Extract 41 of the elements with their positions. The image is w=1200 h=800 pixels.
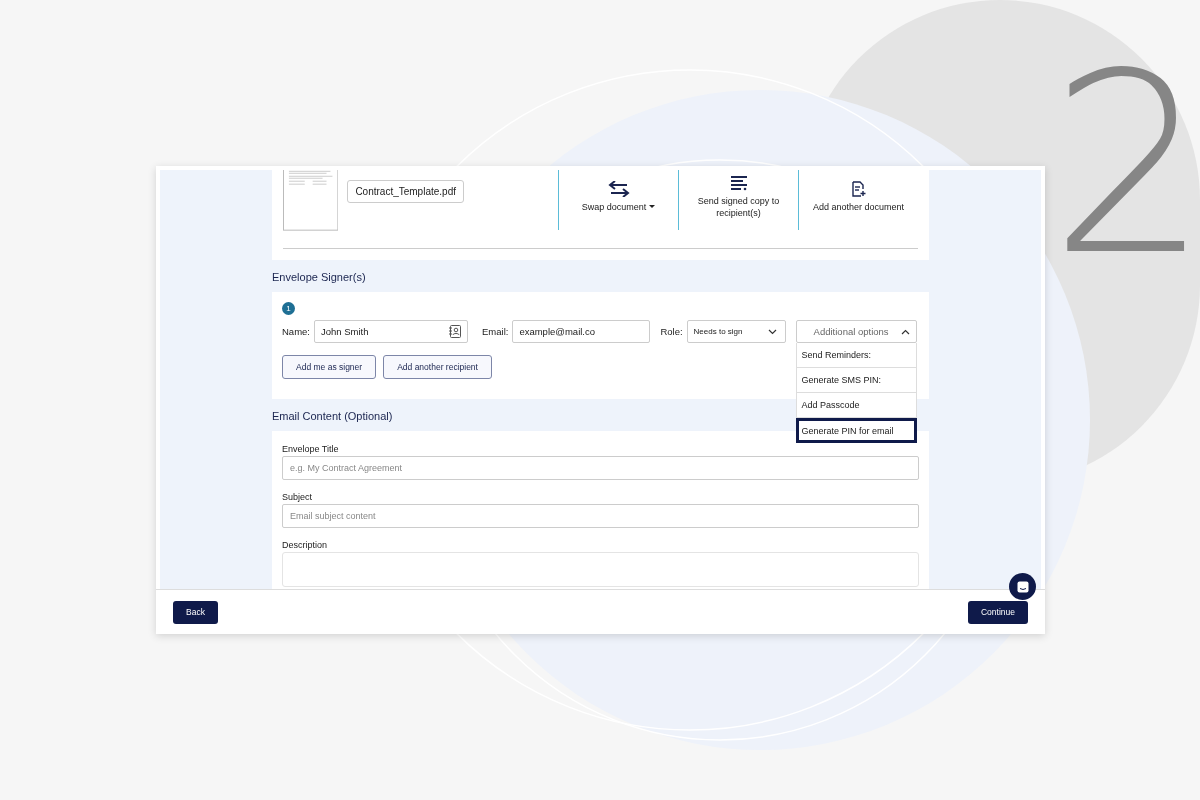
text-lines-icon: [729, 174, 748, 191]
back-button[interactable]: Back: [173, 600, 218, 624]
section-heading: Email Content (Optional): [272, 410, 394, 422]
chat-icon: [1016, 580, 1029, 593]
field-label: Description: [282, 540, 329, 550]
text-field[interactable]: e.g. My Contract Agreement: [282, 456, 919, 480]
step-number: 2: [1050, 40, 1200, 290]
role-select[interactable]: Needs to sign: [686, 320, 786, 343]
email-field[interactable]: example@mail.co: [512, 320, 651, 343]
chat-button[interactable]: [1009, 573, 1036, 601]
contact-book-icon: [448, 325, 461, 338]
field-label: Subject: [282, 492, 314, 502]
field-label: Envelope Title: [282, 444, 340, 454]
action-label: Swap document: [581, 200, 647, 214]
caret-icon: [649, 205, 656, 209]
menu-item[interactable]: Add Passcode: [795, 393, 917, 418]
document-add-icon: [851, 180, 866, 197]
chevron-up-icon: [900, 328, 910, 335]
menu-item[interactable]: Generate PIN for email: [795, 418, 917, 443]
file-name-field[interactable]: Contract_Template.pdf: [347, 180, 464, 203]
section-heading: Envelope Signer(s): [272, 271, 367, 283]
field-label: Role:: [660, 326, 683, 337]
signer-button[interactable]: Add me as signer: [282, 355, 377, 379]
action-label: Send signed copy to recipient(s): [696, 194, 781, 220]
description-field[interactable]: [282, 552, 919, 587]
menu-item[interactable]: Send Reminders:: [795, 343, 917, 368]
field-label: Email:: [482, 326, 509, 337]
signer-number-badge: 1: [282, 302, 295, 315]
continue-button[interactable]: Continue: [967, 600, 1028, 624]
document-action[interactable]: Add another document: [798, 170, 918, 230]
signer-button[interactable]: Add another recipient: [383, 355, 492, 379]
additional-options-dropdown[interactable]: Additional options: [795, 320, 917, 343]
document-action[interactable]: Send signed copy to recipient(s): [678, 170, 798, 230]
chevron-down-icon: [767, 328, 777, 335]
action-label: Add another document: [812, 200, 905, 214]
swap-arrows-icon: [606, 180, 631, 197]
document-action[interactable]: Swap document: [558, 170, 678, 230]
field-label: Name:: [282, 326, 310, 337]
name-field[interactable]: John Smith: [314, 320, 468, 343]
menu-item[interactable]: Generate SMS PIN:: [795, 368, 917, 393]
text-field[interactable]: Email subject content: [282, 504, 919, 528]
